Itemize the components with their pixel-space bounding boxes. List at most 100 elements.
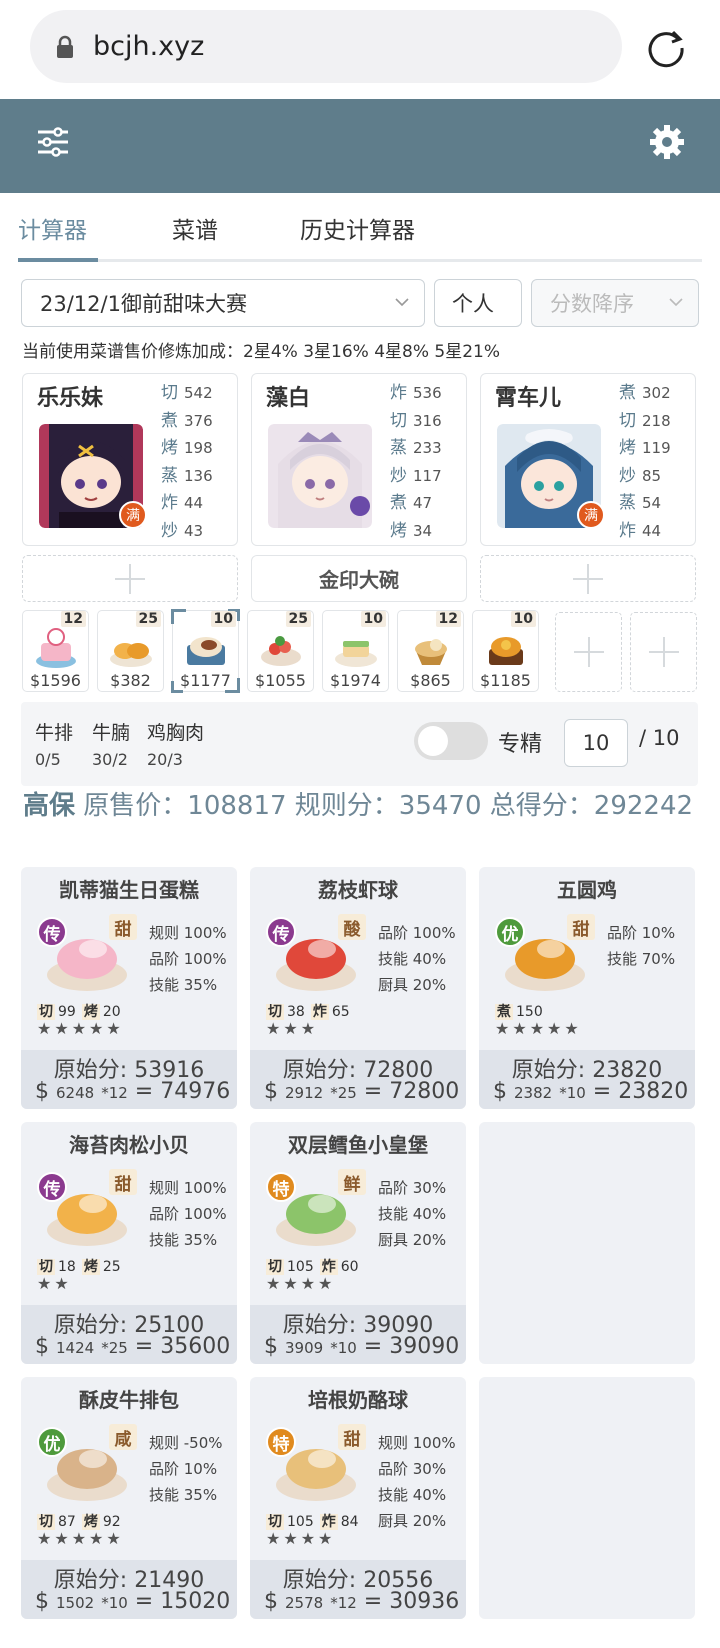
- specialize-label: 专精: [498, 732, 543, 757]
- specialize-level-input[interactable]: 10: [564, 719, 628, 767]
- sort-select[interactable]: 分数降序: [531, 279, 699, 327]
- address-bar[interactable]: bcjh.xyz: [30, 10, 622, 83]
- total-score: 23820: [618, 1079, 689, 1104]
- price-calc: $ 1502 *10 = 15020: [35, 1589, 231, 1614]
- stat-label: 蒸: [619, 493, 636, 513]
- reload-icon[interactable]: [645, 27, 687, 69]
- skill-requirements: 切 99 烤 20: [37, 1001, 127, 1021]
- bonus-line: 技能 70%: [607, 950, 676, 968]
- quantity: *10: [101, 1594, 128, 1612]
- skill-label: 烤: [81, 1259, 100, 1275]
- app-header: [0, 99, 720, 193]
- stat-label: 切: [161, 383, 178, 403]
- add-equipment-slot[interactable]: [22, 555, 238, 602]
- stat-value: 44: [642, 521, 662, 540]
- total-score: 72800: [389, 1079, 460, 1104]
- recipe-title: 双层鳕鱼小皇堡: [288, 1133, 428, 1157]
- dish-image: [36, 628, 76, 668]
- chef-card[interactable]: 藻白 炸 536 切 316 蒸 233 炒 117 煮 47 烤 34: [251, 373, 467, 546]
- stat-label: 烤: [161, 438, 178, 458]
- total-score: 15020: [160, 1589, 231, 1614]
- chef-name: 乐乐妹: [37, 386, 104, 411]
- rarity-badge: 传: [37, 917, 67, 947]
- flavor-tag: 鲜: [338, 1169, 366, 1195]
- skill-requirements: 切 18 烤 25: [37, 1256, 127, 1276]
- mode-select[interactable]: 个人: [434, 279, 522, 327]
- stat-label: 炒: [390, 465, 407, 486]
- strategy-name: 高保: [23, 791, 76, 821]
- recipe-stars: ★★★★★: [37, 1019, 124, 1038]
- dish-image: [187, 637, 225, 665]
- chef-card[interactable]: 霄车儿 煮 302 切 218 烤 119 炒 85 蒸 54 炸 44 满: [480, 373, 696, 546]
- stat-value: 376: [184, 411, 213, 430]
- dish-slot[interactable]: 10 $1185: [472, 610, 539, 692]
- flavor-tag: 咸: [109, 1424, 137, 1450]
- plus-icon: [115, 563, 145, 594]
- empty-recipe-slot[interactable]: [479, 1122, 695, 1364]
- specialize-toggle[interactable]: [414, 722, 488, 760]
- empty-recipe-slot[interactable]: [479, 1377, 695, 1619]
- tab-recipes[interactable]: 菜谱: [172, 211, 218, 245]
- skill-label: 切: [266, 1004, 284, 1020]
- chef-name: 霄车儿: [495, 386, 562, 411]
- skill-value: 99: [58, 1004, 76, 1020]
- price-calc: $ 2912 *25 = 72800: [264, 1079, 460, 1104]
- skill-value: 38: [287, 1004, 305, 1020]
- total-score: 30936: [389, 1589, 460, 1614]
- stat-label: 煮: [390, 493, 407, 513]
- recipe-card[interactable]: 双层鳕鱼小皇堡 特 鲜 品阶 30% 技能 40% 厨具 20% 切 105 炸 60 ★…: [250, 1122, 466, 1364]
- skill-value: 25: [102, 1259, 121, 1275]
- filter-menu-icon[interactable]: [36, 125, 70, 159]
- skill-label: 煮: [495, 1004, 513, 1020]
- price-calc: $ 3909 *10 = 39090: [264, 1334, 460, 1359]
- dish-price: $1055: [255, 671, 306, 690]
- total-score: 74976: [160, 1079, 231, 1104]
- chef-stats: 煮 302 切 218 烤 119 炒 85 蒸 54 炸 44: [619, 380, 671, 545]
- plus-icon: [573, 637, 604, 667]
- add-dish-slot[interactable]: [555, 612, 622, 692]
- skill-value: 20: [102, 1004, 121, 1020]
- recipe-score-footer: 原始分: 20556 $ 2578 *12 = 30936: [250, 1560, 466, 1619]
- recipe-card[interactable]: 荔枝虾球 传 酸 品阶 100% 技能 40% 厨具 20% 切 38 炸 65 ★★★ …: [250, 867, 466, 1109]
- settings-gear-icon[interactable]: [648, 123, 686, 161]
- chef-card[interactable]: 乐乐妹 切 542 煮 376 烤 198 蒸 136 炸 44 炒 43 满: [22, 373, 238, 546]
- add-equipment-slot[interactable]: [480, 555, 696, 602]
- recipe-card[interactable]: 酥皮牛排包 优 咸 规则 -50% 品阶 10% 技能 35% 切 87 烤 92 ★★★…: [21, 1377, 237, 1619]
- unit-price: 1424: [56, 1339, 95, 1357]
- dish-slot[interactable]: 12 $1596: [22, 610, 89, 692]
- skill-label: 切: [266, 1259, 284, 1275]
- unit-price: 1502: [56, 1594, 95, 1612]
- flavor-tag: 甜: [109, 1169, 137, 1195]
- material-count: 30/2: [92, 750, 128, 769]
- tab-calculator[interactable]: 计算器: [18, 211, 87, 245]
- material-name: 鸡胸肉: [147, 722, 205, 744]
- recipe-card[interactable]: 五圆鸡 优 甜 品阶 10% 技能 70% 煮 150 ★★★★★ 原始分: 238…: [479, 867, 695, 1109]
- dish-price: $1974: [330, 671, 381, 690]
- chef-name: 藻白: [266, 386, 311, 411]
- stat-value: 198: [184, 439, 213, 457]
- dish-slot-selected[interactable]: 10 $1177: [171, 609, 240, 693]
- recipe-stars: ★★: [37, 1274, 72, 1293]
- recipe-card[interactable]: 海苔肉松小贝 传 甜 规则 100% 品阶 100% 技能 35% 切 18 烤 25 ★…: [21, 1122, 237, 1364]
- sort-select-placeholder: 分数降序: [550, 292, 634, 316]
- chef-stats: 切 542 煮 376 烤 198 蒸 136 炸 44 炒 43: [161, 380, 213, 545]
- recipe-card[interactable]: 凯蒂猫生日蛋糕 传 甜 规则 100% 品阶 100% 技能 35% 切 99 烤 20 …: [21, 867, 237, 1109]
- dish-slot[interactable]: 10 $1974: [322, 610, 389, 692]
- chef-stats: 炸 536 切 316 蒸 233 炒 117 煮 47 烤 34: [390, 380, 442, 545]
- dish-slot[interactable]: 25 $382: [97, 610, 164, 692]
- dish-slot[interactable]: 25 $1055: [247, 610, 314, 692]
- dish-slot[interactable]: 12 $865: [397, 610, 464, 692]
- contest-select[interactable]: 23/12/1御前甜味大赛: [21, 279, 425, 327]
- stat-value: 117: [413, 466, 442, 485]
- stat-value: 316: [413, 411, 442, 430]
- add-dish-slot[interactable]: [630, 612, 697, 692]
- recipe-title: 五圆鸡: [557, 878, 617, 902]
- recipe-stars: ★★★★: [266, 1529, 336, 1548]
- skill-value: 87: [58, 1514, 76, 1530]
- stat-value: 218: [642, 411, 671, 430]
- equipment-slot[interactable]: 金印大碗: [251, 555, 467, 602]
- tab-history-calculator[interactable]: 历史计算器: [300, 211, 415, 245]
- quantity: *10: [559, 1084, 586, 1102]
- bonus-list: 品阶 30% 技能 40% 厨具 20%: [378, 1175, 446, 1253]
- recipe-card[interactable]: 培根奶酪球 特 甜 规则 100% 品阶 30% 技能 40% 厨具 20% 切 105…: [250, 1377, 466, 1619]
